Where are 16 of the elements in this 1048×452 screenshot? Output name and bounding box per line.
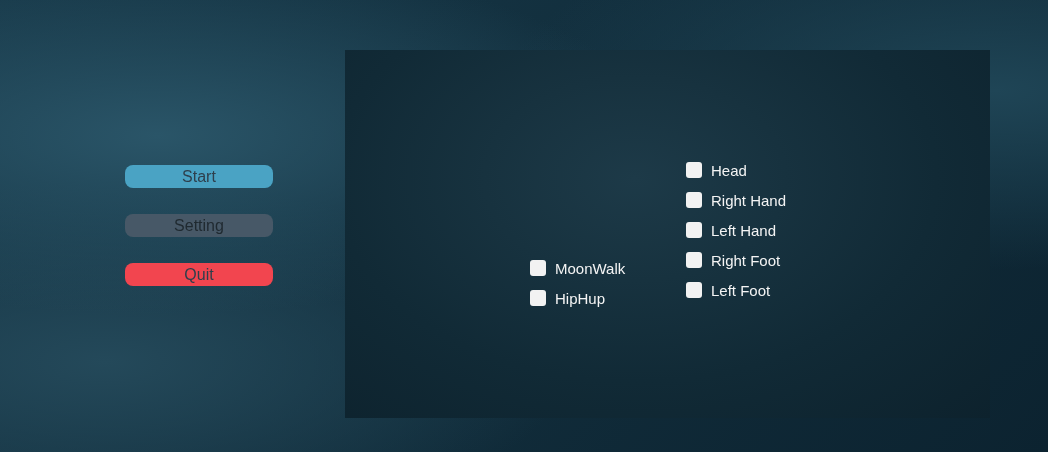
checkbox[interactable] — [686, 282, 702, 298]
checkbox[interactable] — [530, 260, 546, 276]
checkbox[interactable] — [686, 162, 702, 178]
checkbox-label: Right Foot — [711, 251, 781, 269]
menu-button[interactable]: Start — [125, 165, 273, 188]
checkbox-label: Head — [711, 161, 747, 179]
checkbox-label: HipHup — [555, 289, 606, 307]
checkbox-label: Right Hand — [711, 191, 787, 209]
checkbox[interactable] — [686, 222, 702, 238]
checkbox[interactable] — [686, 192, 702, 208]
checkbox-label: Left Hand — [711, 221, 777, 239]
checkbox-label: MoonWalk — [555, 259, 626, 277]
checkbox-label: Left Foot — [711, 281, 771, 299]
menu-button[interactable]: Quit — [125, 263, 273, 286]
checkbox[interactable] — [686, 252, 702, 268]
checkbox[interactable] — [530, 290, 546, 306]
